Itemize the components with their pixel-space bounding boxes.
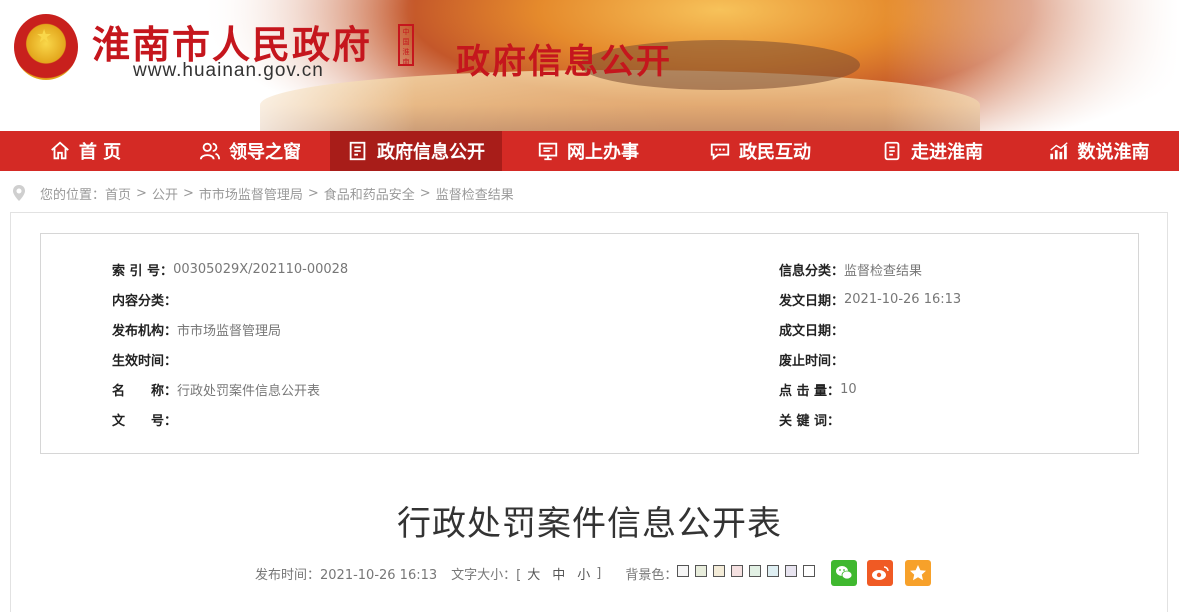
meta-row: 关 键 词： [779,409,840,429]
meta-label: 名 称： [112,383,178,399]
share-wechat-button[interactable] [831,560,857,586]
seal-stamp: 中国淮南 [398,24,414,66]
font-size-bracket: ] [596,565,602,581]
article-toolbar: 发布时间：2021-10-26 16:13 文字大小：[ 大 中 小 ] 背景色… [255,562,821,584]
nav-label: 走进淮南 [911,142,983,163]
breadcrumb-separator: > [419,185,431,201]
breadcrumb-link[interactable]: 首页 [105,184,131,203]
meta-value: 2021-10-26 16:13 [844,291,962,307]
breadcrumb: 您的位置： 首页 > 公开 > 市市场监督管理局 > 食品和药品安全 > 监督检查结果 [12,182,514,204]
meta-value: 10 [840,381,857,397]
document-title: 行政处罚案件信息公开表 [397,504,782,544]
national-emblem-icon: ★ [14,14,78,80]
meta-label: 关 键 词： [779,413,841,429]
nav-label: 政府信息公开 [377,142,485,163]
weibo-icon [872,566,889,580]
meta-label: 废止时间： [779,353,845,369]
meta-label: 内容分类： [112,293,178,309]
meta-row: 索 引 号： 00305029X/202110-00028 [112,259,348,279]
wechat-icon [836,566,853,580]
font-size-medium-button[interactable]: 中 [552,564,565,583]
background-color-swatch[interactable] [713,565,726,577]
background-color-swatch[interactable] [677,565,690,577]
font-size-label: 文字大小：[ [451,567,522,583]
background-color-swatch[interactable] [767,565,780,577]
meta-row: 发布机构： 市市场监督管理局 [112,319,281,339]
main-nav: 首 页 领导之窗 政府信息公开 网上办事 政民互动 走进淮南 数说淮南 [0,131,1179,171]
font-size-large-button[interactable]: 大 [527,564,540,583]
breadcrumb-link[interactable]: 监督检查结果 [436,184,514,203]
meta-row: 名 称： 行政处罚案件信息公开表 [112,379,320,399]
people-icon [199,142,221,160]
meta-row: 成文日期： [779,319,844,339]
nav-leaders[interactable]: 领导之窗 [170,131,330,171]
background-color-label: 背景色： [625,567,678,583]
nav-label: 网上办事 [567,142,639,163]
background-color-swatch[interactable] [731,565,744,577]
meta-label: 索 引 号： [112,263,174,279]
background-swatches [677,565,821,581]
site-url[interactable]: www.huainan.gov.cn [133,60,324,82]
breadcrumb-separator: > [307,185,319,201]
meta-value: 00305029X/202110-00028 [173,261,349,277]
document-icon [349,141,366,161]
nav-label: 领导之窗 [229,142,301,163]
share-weibo-button[interactable] [867,560,893,586]
meta-row: 文 号： [112,409,177,429]
nav-label: 首 页 [78,142,122,163]
breadcrumb-separator: > [136,185,147,201]
meta-value: 市市场监督管理局 [177,323,282,339]
nav-about-huainan[interactable]: 走进淮南 [846,131,1018,171]
meta-label: 发布机构： [112,323,178,339]
breadcrumb-separator: > [182,185,194,201]
meta-value: 监督检查结果 [844,263,923,279]
meta-row: 生效时间： [112,349,177,369]
meta-row: 废止时间： [779,349,844,369]
breadcrumb-prefix: 您的位置： [40,187,106,203]
meta-label: 文 号： [112,413,178,429]
favorite-icon [910,565,926,581]
meta-row: 内容分类： [112,289,177,309]
breadcrumb-link[interactable]: 市市场监督管理局 [199,184,303,203]
meta-label: 生效时间： [112,353,178,369]
nav-label: 数说淮南 [1077,142,1150,163]
meta-label: 成文日期： [779,323,845,339]
monitor-icon [538,142,558,161]
meta-value: 行政处罚案件信息公开表 [177,383,321,399]
nav-data-huainan[interactable]: 数说淮南 [1018,131,1179,171]
font-size-small-button[interactable]: 小 [577,564,590,583]
background-color-swatch[interactable] [749,565,762,577]
nav-interaction[interactable]: 政民互动 [674,131,846,171]
nav-label: 政民互动 [739,142,811,163]
nav-info-disclosure[interactable]: 政府信息公开 [330,131,502,171]
background-color-swatch[interactable] [785,565,798,577]
chat-icon [710,143,730,161]
breadcrumb-link[interactable]: 公开 [152,184,178,203]
meta-row: 点 击 量： 10 [779,379,857,399]
nav-online-service[interactable]: 网上办事 [502,131,674,171]
home-icon [51,141,69,160]
book-icon [884,141,900,161]
breadcrumb-link[interactable]: 食品和药品安全 [324,184,415,203]
meta-label: 信息分类： [779,263,845,279]
nav-home[interactable]: 首 页 [0,131,170,171]
bar-chart-icon [1049,142,1068,160]
background-color-swatch[interactable] [695,565,708,577]
add-favorite-button[interactable] [905,560,931,586]
meta-row: 发文日期： 2021-10-26 16:13 [779,289,961,309]
info-meta-table: 索 引 号： 00305029X/202110-00028 内容分类： 发布机构：… [40,233,1139,454]
meta-label: 点 击 量： [779,383,841,399]
section-title: 政府信息公开 [456,42,672,82]
meta-row: 信息分类： 监督检查结果 [779,259,922,279]
background-color-swatch[interactable] [803,565,816,577]
site-header: ★ 淮南市人民政府 www.huainan.gov.cn 中国淮南 政府信息公开 [0,0,1179,131]
meta-label: 发文日期： [779,293,845,309]
publish-time: 发布时间：2021-10-26 16:13 [255,567,438,583]
location-pin-icon [13,185,25,201]
